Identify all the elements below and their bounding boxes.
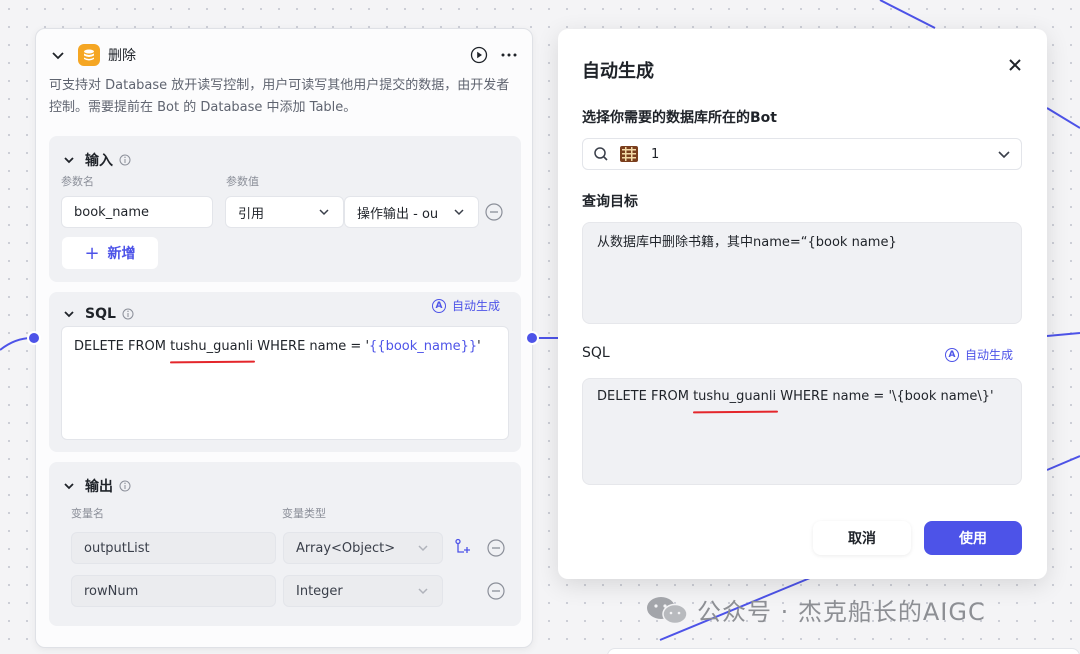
plus-icon: +: [84, 242, 100, 264]
info-icon[interactable]: [119, 154, 131, 166]
database-delete-node[interactable]: 删除 可支持对 Database 放开读写控制，用户可读写其他用户提交的数据，由…: [35, 28, 533, 648]
ai-icon: A: [945, 347, 959, 362]
output-port[interactable]: [525, 331, 539, 345]
add-param-button[interactable]: + 新增: [62, 237, 158, 269]
param-name-input[interactable]: book_name: [61, 196, 213, 228]
auto-generate-link[interactable]: A 自动生成: [945, 346, 1013, 363]
remove-param-icon[interactable]: [485, 203, 503, 221]
wechat-icon: [647, 596, 688, 624]
remove-output-icon[interactable]: [487, 582, 505, 600]
output-section: 输出 变量名 变量类型 outputList Array<Object> row…: [49, 462, 521, 626]
info-icon[interactable]: [119, 480, 131, 492]
search-icon: [594, 147, 608, 161]
node-title: 删除: [108, 48, 136, 64]
info-icon[interactable]: [122, 308, 134, 320]
ai-icon: A: [432, 298, 446, 313]
reference-select[interactable]: 操作输出 - ou: [344, 196, 479, 228]
add-child-field-icon[interactable]: [454, 538, 472, 556]
output-var-type: Array<Object>: [283, 532, 443, 564]
close-icon[interactable]: [1007, 57, 1023, 73]
table-name: tushu_guanli: [693, 387, 776, 407]
bot-select[interactable]: 1: [582, 138, 1022, 170]
cancel-button[interactable]: 取消: [813, 521, 911, 555]
sql-section-title[interactable]: SQL: [61, 306, 134, 322]
chevron-down-icon: [454, 209, 464, 216]
var-name-header: 变量名: [71, 507, 104, 520]
sql-editor[interactable]: DELETE FROM tushu_guanli WHERE name = '{…: [61, 326, 509, 440]
input-port[interactable]: [27, 331, 41, 345]
run-icon[interactable]: [470, 46, 488, 64]
output-var-type: Integer: [283, 575, 443, 607]
remove-output-icon[interactable]: [487, 539, 505, 557]
chevron-down-icon: [998, 151, 1010, 159]
output-var-name: outputList: [71, 532, 276, 564]
chevron-down-icon: [418, 588, 428, 595]
node-header: 删除: [50, 43, 518, 67]
collapse-chevron-icon[interactable]: [61, 152, 77, 168]
query-target-label: 查询目标: [582, 194, 638, 210]
chevron-down-icon: [319, 209, 329, 216]
next-node-card[interactable]: [607, 648, 1080, 654]
bot-select-label: 选择你需要的数据库所在的Bot: [582, 110, 777, 126]
source-select[interactable]: 引用: [225, 196, 344, 228]
var-type-header: 变量类型: [282, 507, 326, 520]
sql-label: SQL: [582, 345, 610, 361]
table-name: tushu_guanli: [170, 337, 253, 357]
sql-section: SQL A 自动生成 DELETE FROM tushu_guanli WHER…: [49, 292, 521, 452]
auto-generate-link[interactable]: A 自动生成: [432, 297, 500, 314]
bot-avatar-icon: [620, 146, 638, 162]
sql-variable: {{book_name}}: [369, 339, 478, 354]
input-section-title[interactable]: 输入: [61, 150, 131, 170]
collapse-chevron-icon[interactable]: [61, 306, 77, 322]
collapse-chevron-icon[interactable]: [50, 47, 66, 63]
watermark: 公众号 · 杰克船长的AIGC: [645, 592, 986, 627]
dialog-title: 自动生成: [582, 61, 654, 82]
output-section-title[interactable]: 输出: [61, 476, 131, 496]
chevron-down-icon: [418, 545, 428, 552]
use-button[interactable]: 使用: [924, 521, 1022, 555]
sql-result-textarea[interactable]: DELETE FROM tushu_guanli WHERE name = '\…: [582, 378, 1022, 485]
node-description: 可支持对 Database 放开读写控制，用户可读写其他用户提交的数据，由开发者…: [49, 78, 510, 115]
bot-select-value: 1: [651, 146, 660, 162]
output-var-name: rowNum: [71, 575, 276, 607]
input-section: 输入 参数名 参数值 book_name 引用 操作输出 - ou + 新增: [49, 136, 521, 282]
query-target-textarea[interactable]: 从数据库中删除书籍，其中name=“{book name}: [582, 222, 1022, 324]
database-icon: [78, 44, 100, 66]
collapse-chevron-icon[interactable]: [61, 478, 77, 494]
param-value-header: 参数值: [226, 175, 259, 188]
param-name-header: 参数名: [61, 175, 94, 188]
more-icon[interactable]: [500, 46, 518, 64]
auto-generate-dialog: 自动生成 选择你需要的数据库所在的Bot 1 查询目标 从数据库中删除书籍，其中…: [558, 29, 1047, 579]
